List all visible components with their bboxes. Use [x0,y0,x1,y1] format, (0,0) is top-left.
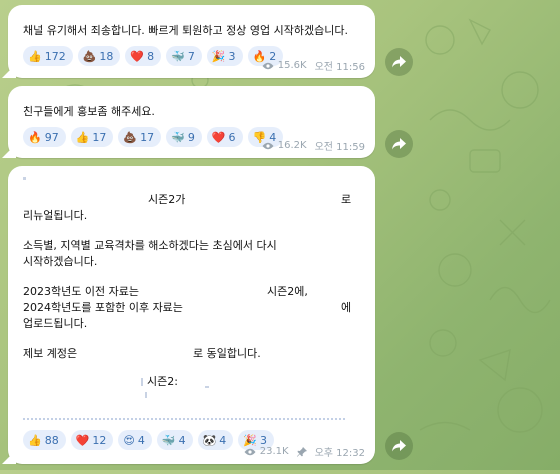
message-bubble-1: 채널 유기해서 죄송합니다. 빠르게 퇴원하고 정상 영업 시작하겠습니다. 👍… [2,5,375,78]
view-count: 23.1K [259,446,289,457]
message-meta: 16.2K 오전 11:59 [262,138,365,153]
reaction-count: 9 [187,130,195,144]
blurred-link-row [23,418,345,420]
message-line: 업로드됩니다. [23,317,88,330]
blurred-mark [141,378,143,386]
message-meta: 23.1K 오후 12:32 [244,444,365,459]
message-line: 시즌2가 [148,193,186,206]
eye-icon [244,448,256,455]
reaction-whale[interactable]: 🐳 7 [166,46,202,66]
heart-icon: ❤️ [211,130,226,144]
heart-icon: ❤️ [75,433,90,447]
share-button[interactable] [385,48,413,76]
message-body: 시즌2가 로 리뉴얼됩니다. 소득별, 지역별 교육격차를 해소하겠다는 초심에… [23,174,365,474]
heart-eyes-icon: 😍 [123,433,135,447]
share-arrow-icon [392,440,406,452]
reaction-poop[interactable]: 💩 17 [118,127,162,147]
message-line: 소득별, 지역별 교육격차를 해소하겠다는 초심에서 다시 [23,239,277,252]
message-line: 시작하겠습니다. [23,255,98,268]
reaction-count: 7 [187,49,195,63]
thumbs-up-icon: 👍 [28,433,42,447]
message-line: 에 [341,301,352,314]
reaction-heart[interactable]: ❤️ 8 [125,46,162,66]
message-time: 오후 12:32 [314,448,365,459]
message-line: 로 [341,193,352,206]
eye-icon [262,62,274,69]
reaction-count: 172 [44,49,66,63]
share-arrow-icon [392,56,406,68]
reaction-heart-eyes[interactable]: 😍 4 [118,430,152,450]
reaction-panda[interactable]: 🐼 4 [197,430,234,450]
heart-icon: ❤️ [130,49,145,63]
view-count: 16.2K [277,140,307,151]
reaction-fire[interactable]: 🔥 97 [23,127,66,147]
blurred-link [205,386,209,388]
reaction-heart[interactable]: ❤️ 12 [70,430,114,450]
reaction-whale[interactable]: 🐳 4 [156,430,193,450]
share-arrow-icon [392,138,406,150]
reaction-thumbs-up[interactable]: 👍 88 [23,430,66,450]
message-line: 로 동일합니다. [193,347,261,360]
bubble-tail [2,64,16,78]
panda-icon: 🐼 [202,433,217,447]
message-line: 시즌2에, [267,285,308,298]
reaction-count: 4 [178,433,186,447]
message-time: 오전 11:59 [314,142,365,153]
thumbs-up-icon: 👍 [28,49,42,63]
message-line: 제보 계정은 [23,347,78,360]
bubble-tail [2,144,16,158]
message-meta: 15.6K 오전 11:56 [262,58,365,73]
poop-icon: 💩 [123,130,138,144]
reaction-whale[interactable]: 🐳 9 [166,127,202,147]
message-text: 채널 유기해서 죄송합니다. 빠르게 퇴원하고 정상 영업 시작하겠습니다. [23,24,348,37]
reaction-count: 6 [228,130,236,144]
message-bubble-2: 친구들에게 홍보좀 해주세요. 🔥 97 👍 17 💩 17 🐳 9 ❤️ 6 👎 4 16… [2,86,375,158]
message-bubble-3: 시즌2가 로 리뉴얼됩니다. 소득별, 지역별 교육격차를 해소하겠다는 초심에… [2,166,375,464]
whale-icon: 🐳 [171,49,185,63]
reaction-count: 3 [228,49,236,63]
message-line: 리뉴얼됩니다. [23,209,88,222]
reaction-count: 8 [147,49,155,63]
message-line: 2024학년도를 포함한 이후 자료는 [23,301,183,314]
reaction-count: 17 [140,130,155,144]
reaction-count: 4 [219,433,227,447]
reaction-heart[interactable]: ❤️ 6 [206,127,243,147]
share-button[interactable] [385,130,413,158]
bubble-tail [2,450,16,464]
reaction-thumbs-up[interactable]: 👍 172 [23,46,73,66]
eye-icon [262,142,274,149]
reaction-party[interactable]: 🎉 3 [206,46,243,66]
view-count: 15.6K [277,60,307,71]
party-popper-icon: 🎉 [211,49,226,63]
fire-icon: 🔥 [28,130,42,144]
whale-icon: 🐳 [161,433,176,447]
reaction-thumbs-up[interactable]: 👍 17 [70,127,114,147]
blurred-mark [23,177,26,180]
message-text: 친구들에게 홍보좀 해주세요. [23,105,155,118]
thumbs-up-icon: 👍 [75,130,90,144]
pin-icon [296,446,307,457]
reaction-count: 17 [92,130,107,144]
reaction-count: 88 [44,433,59,447]
message-line: 시즌2: [147,375,178,388]
reaction-count: 18 [99,49,114,63]
whale-icon: 🐳 [171,130,185,144]
message-time: 오전 11:56 [314,62,365,73]
reaction-count: 12 [92,433,107,447]
blurred-link [145,392,147,398]
reaction-poop[interactable]: 💩 18 [77,46,121,66]
message-line: 2023학년도 이전 자료는 [23,285,139,298]
share-button[interactable] [385,432,413,460]
poop-icon: 💩 [82,49,97,63]
reaction-count: 4 [137,433,145,447]
reaction-count: 97 [44,130,59,144]
